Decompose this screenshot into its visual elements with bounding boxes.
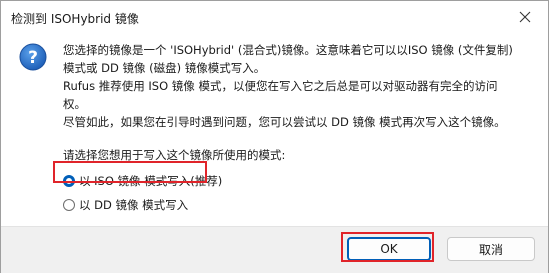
mode-prompt: 请选择您想用于写入这个镜像所使用的模式:: [63, 148, 286, 162]
svg-text:?: ?: [28, 48, 38, 68]
cancel-button[interactable]: 取消: [447, 237, 535, 261]
button-bar: OK 取消: [1, 226, 548, 273]
dialog-body: ? 您选择的镜像是一个 'ISOHybrid' (混合式)镜像。这意味着它可以以…: [1, 33, 548, 226]
radio-option-iso[interactable]: 以 ISO 镜像 模式写入(推荐): [63, 172, 222, 190]
close-icon: [519, 11, 531, 23]
radio-label-dd: 以 DD 镜像 模式写入: [79, 198, 189, 212]
message-line: 您选择的镜像是一个 'ISOHybrid' (混合式)镜像。这意味着它可以以IS…: [63, 43, 513, 57]
ok-button[interactable]: OK: [347, 237, 431, 261]
radio-checked-icon[interactable]: [63, 175, 75, 187]
title-bar: 检测到 ISOHybrid 镜像: [1, 1, 548, 33]
question-icon: ?: [19, 43, 47, 71]
close-button[interactable]: [502, 1, 548, 33]
message-line: 权。: [63, 97, 86, 111]
dialog-window: 检测到 ISOHybrid 镜像 ? 您选择的镜像是一个 'ISOHybrid'…: [0, 0, 549, 273]
window-title: 检测到 ISOHybrid 镜像: [11, 12, 139, 26]
message-line: Rufus 推荐使用 ISO 镜像 模式，以便您在写入它之后总是可以对驱动器有完…: [63, 79, 498, 93]
radio-option-dd[interactable]: 以 DD 镜像 模式写入: [63, 196, 188, 214]
message-line: 模式或 DD 镜像 (磁盘) 镜像模式写入。: [63, 61, 266, 75]
message-line: 尽管如此，如果您在引导时遇到问题，您可以尝试以 DD 镜像 模式再次写入这个镜像…: [63, 115, 506, 129]
dialog-message: 您选择的镜像是一个 'ISOHybrid' (混合式)镜像。这意味着它可以以IS…: [63, 41, 535, 131]
radio-label-iso: 以 ISO 镜像 模式写入(推荐): [79, 174, 223, 188]
radio-unchecked-icon[interactable]: [63, 199, 75, 211]
